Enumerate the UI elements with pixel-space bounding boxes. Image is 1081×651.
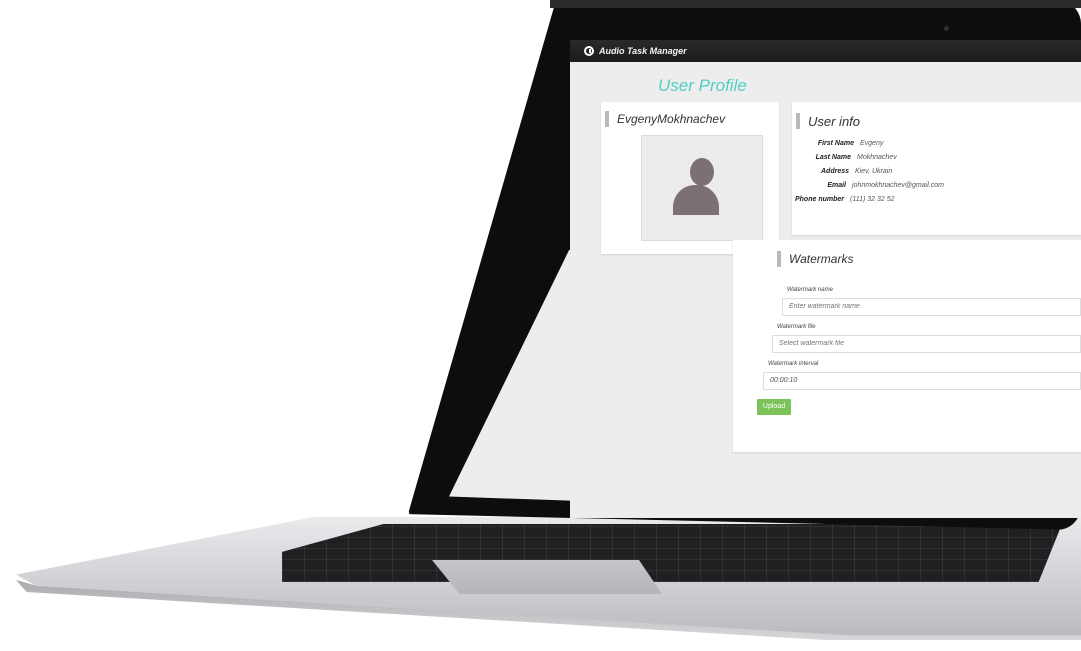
info-row-email: Email johnmokhnachev@gmail.com — [784, 182, 944, 189]
page-title: User Profile — [658, 76, 747, 95]
app-titlebar: Audio Task Manager — [570, 40, 1081, 62]
profile-card: EvgenyMokhnachev — [601, 102, 779, 254]
info-value: johnmokhnachev@gmail.com — [852, 182, 944, 189]
watermark-name-input[interactable] — [782, 298, 1081, 316]
user-silhouette-body — [673, 185, 719, 215]
watermark-interval-input[interactable] — [763, 372, 1081, 390]
info-label: Phone number — [794, 196, 844, 203]
info-row-phone: Phone number (111) 32 32 52 — [782, 196, 895, 203]
user-info-title: User info — [808, 113, 861, 129]
laptop-keyboard — [282, 524, 1062, 582]
info-value: Kiev, Ukrain — [855, 168, 893, 175]
watermark-interval-label: Watermark interval — [768, 361, 819, 367]
user-info-heading: User info — [796, 113, 860, 129]
info-label: Email — [827, 182, 846, 189]
laptop-trackpad — [432, 560, 662, 594]
app-title[interactable]: Audio Task Manager — [599, 46, 687, 56]
info-label: Last Name — [815, 154, 851, 161]
info-row-address: Address Kiev, Ukrain — [787, 168, 892, 175]
info-row-first-name: First Name Evgeny — [792, 140, 884, 147]
profile-card-heading: EvgenyMokhnachev — [605, 111, 725, 127]
user-silhouette-icon — [690, 158, 714, 186]
avatar[interactable] — [641, 135, 763, 241]
heading-accent-bar — [777, 251, 781, 267]
info-value: Mokhnachev — [857, 154, 897, 161]
user-info-card: User info First Name Evgeny Last Name Mo… — [792, 102, 1081, 235]
laptop-lid-edge — [550, 0, 1081, 8]
watermark-file-label: Watermark file — [777, 324, 816, 330]
info-value: (111) 32 32 52 — [850, 196, 895, 203]
heading-accent-bar — [796, 113, 800, 129]
watermark-name-label: Watermark name — [787, 287, 833, 293]
heading-accent-bar — [605, 111, 609, 127]
profile-name: EvgenyMokhnachev — [617, 112, 726, 126]
info-label: First Name — [817, 140, 854, 147]
webcam-icon — [944, 26, 949, 31]
upload-button[interactable]: Upload — [757, 399, 791, 415]
watermarks-heading: Watermarks — [777, 251, 853, 267]
watermarks-card: Watermarks Watermark name Watermark file… — [733, 240, 1081, 452]
circle-power-icon[interactable] — [584, 46, 594, 56]
info-value: Evgeny — [860, 140, 884, 147]
info-label: Address — [820, 168, 849, 175]
watermarks-title: Watermarks — [789, 252, 854, 266]
watermark-file-input[interactable] — [772, 335, 1081, 353]
info-row-last-name: Last Name Mokhnachev — [789, 154, 897, 161]
